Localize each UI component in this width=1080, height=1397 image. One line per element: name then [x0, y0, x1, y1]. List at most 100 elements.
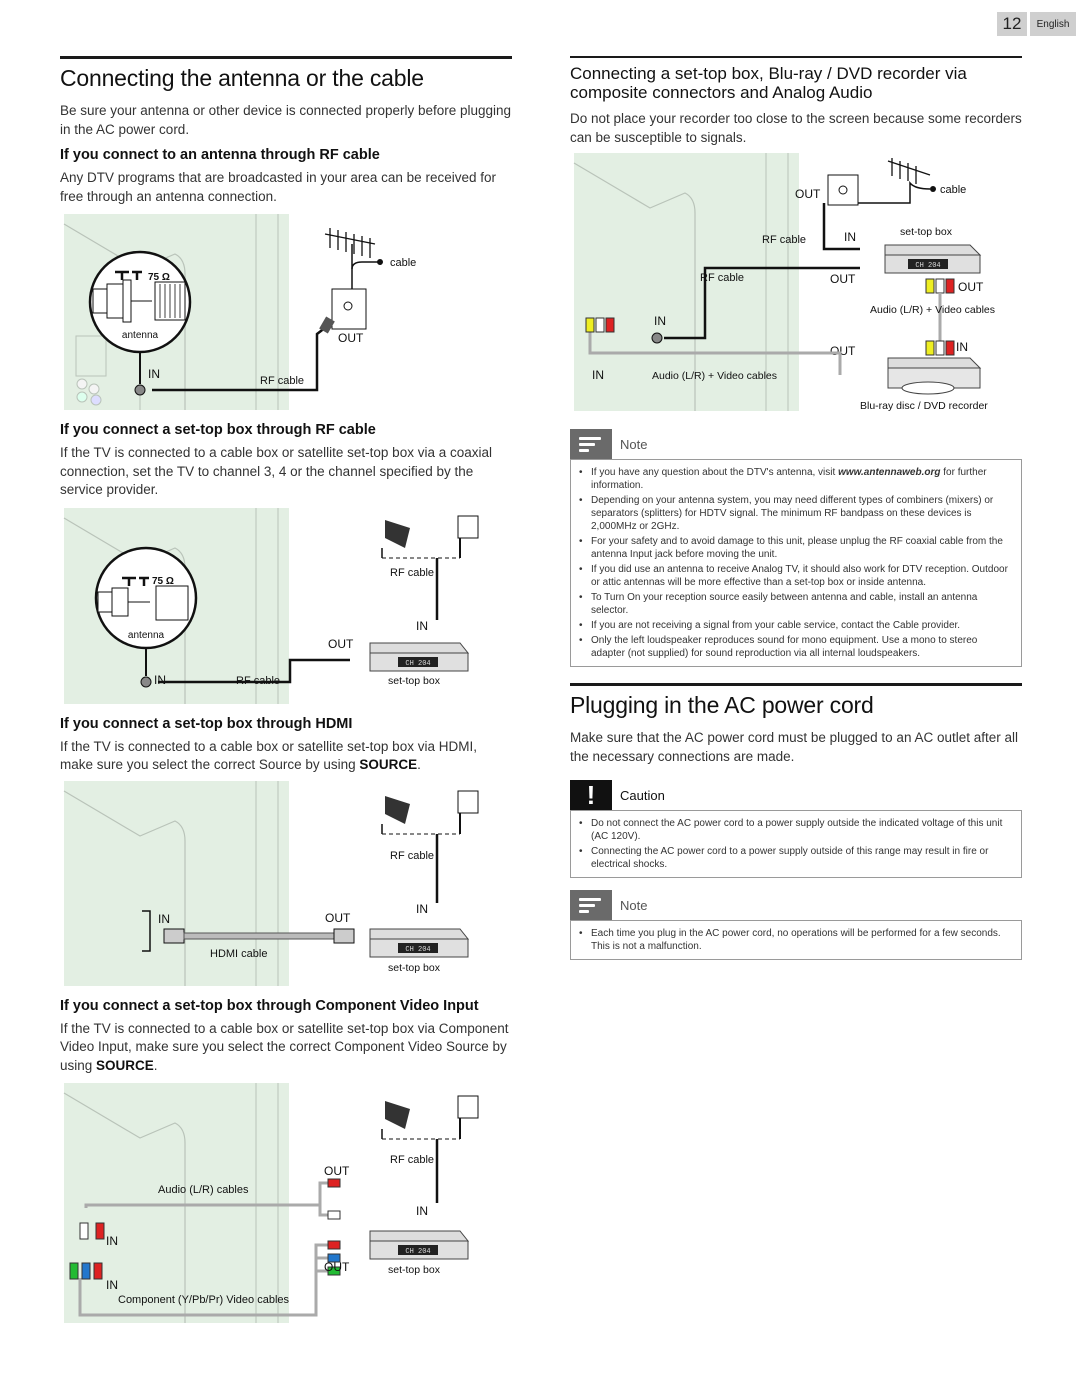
antenna-icon: cable [324, 228, 416, 289]
impedance-label: 75 Ω [148, 272, 170, 283]
note-item: For your safety and to avoid damage to t… [577, 535, 1013, 561]
rf-cable-label: RF cable [236, 675, 280, 687]
wall-outlet-icon [457, 790, 479, 834]
stb-rf-in-label: IN [844, 230, 856, 244]
hdmi-cable-label: HDMI cable [210, 948, 267, 960]
tv-rear-panel [64, 1083, 289, 1323]
audio-out-label: OUT [324, 1164, 350, 1178]
composite-section-title: Connecting a set-top box, Blu-ray / DVD … [570, 64, 967, 102]
connector-magnifier: 75 Ω antenna [88, 250, 192, 354]
caution-title: Caution [620, 787, 665, 803]
antenna-icon [858, 158, 936, 204]
component-cables-label: Component (Y/Pb/Pr) Video cables [118, 1294, 289, 1306]
stb-label: set-top box [900, 226, 953, 238]
hdmi-plug-stb [333, 928, 355, 943]
stb-in-label: IN [416, 619, 428, 633]
satellite-dish-icon [381, 1101, 410, 1139]
section-rule [570, 683, 1022, 686]
note-title: Note [620, 436, 648, 452]
antenna-intro: Be sure your antenna or other device is … [60, 103, 512, 137]
stb-out-label: OUT [328, 637, 354, 651]
av-cables-label: Audio (L/R) + Video cables [870, 304, 995, 316]
note-item: If you did use an antenna to receive Ana… [577, 563, 1013, 589]
antennaweb-link[interactable]: www.antennaweb.org [838, 467, 940, 478]
right-column: Connecting a set-top box, Blu-ray / DVD … [570, 56, 1022, 960]
wall-outlet-icon [827, 174, 859, 206]
note-item: To Turn On your reception source easily … [577, 591, 1013, 617]
caution-item: Connecting the AC power cord to a power … [577, 845, 1013, 871]
cable-source-label: cable [390, 257, 416, 269]
tv-rf-in-label: IN [654, 314, 666, 328]
recorder-out-label: OUT [830, 344, 856, 358]
stb-label: set-top box [388, 1264, 441, 1276]
antenna-section-title: Connecting the antenna or the cable [60, 65, 424, 91]
component-diagram: Audio (L/R) cables OUT IN IN OUT Compone… [60, 1083, 512, 1323]
tv-av-in-label: IN [592, 368, 604, 382]
rf-cable-top-label: RF cable [390, 1154, 434, 1166]
note-title: Note [620, 897, 648, 913]
satellite-dish-icon [381, 795, 410, 834]
recorder-in-label: IN [956, 340, 968, 354]
note-item: If you have any question about the DTV's… [577, 466, 1013, 492]
wall-outlet-icon [457, 1095, 479, 1139]
component-body: If the TV is connected to a cable box or… [60, 1020, 509, 1073]
rf-cable-top-label: RF cable [390, 850, 434, 862]
power-section-title: Plugging in the AC power cord [570, 692, 874, 718]
note-box: Note If you have any question about the … [570, 429, 1022, 667]
cable-source-label: cable [940, 184, 966, 196]
wall-out-label: OUT [795, 187, 821, 201]
hdmi-cable-line [183, 932, 335, 939]
tv-hdmi-in-label: IN [158, 912, 170, 926]
caution-icon: ! [570, 780, 612, 810]
rf-cable-top-label: RF cable [390, 567, 434, 579]
rf-antenna-heading: If you connect to an antenna through RF … [60, 147, 380, 163]
antenna-connector-label: antenna [128, 630, 165, 641]
section-rule [60, 56, 512, 59]
rf-stb-heading: If you connect a set-top box through RF … [60, 422, 376, 438]
set-top-box-icon: CH 204 [369, 928, 470, 957]
caution-item: Do not connect the AC power cord to a po… [577, 817, 1013, 843]
note-item: Only the left loudspeaker reproduces sou… [577, 634, 1013, 660]
recorder-label: Blu-ray disc / DVD recorder [860, 400, 988, 412]
tv-in-label: IN [154, 673, 166, 687]
stb-rf-out-label: OUT [830, 272, 856, 286]
stb-display: CH 204 [405, 946, 430, 954]
language-tab[interactable]: English [1030, 12, 1076, 36]
section-rule [570, 56, 1022, 58]
note-item: Depending on your antenna system, you ma… [577, 494, 1013, 533]
stb-out-label: OUT [325, 911, 351, 925]
hdmi-body: If the TV is connected to a cable box or… [60, 738, 477, 773]
rf-cable-1-label: RF cable [762, 234, 806, 246]
antenna-connector-label: antenna [122, 330, 159, 341]
rf-cable-2-label: RF cable [700, 272, 744, 284]
audio-cables-label: Audio (L/R) cables [158, 1184, 249, 1196]
wall-out-label: OUT [338, 331, 364, 345]
left-column: Connecting the antenna or the cable Be s… [60, 56, 512, 1323]
stb-display: CH 204 [405, 660, 430, 668]
set-top-box-icon: CH 204 [369, 642, 470, 671]
stb-in-label: IN [416, 1204, 428, 1218]
stb-label: set-top box [388, 962, 441, 974]
power-intro: Make sure that the AC power cord must be… [570, 730, 1019, 764]
tv-in-label: IN [148, 367, 160, 381]
composite-diagram: IN RF cable RF cable IN OUT OUT cable se… [570, 153, 1022, 415]
wall-outlet-icon [319, 288, 367, 334]
stb-display: CH 204 [405, 1248, 430, 1256]
component-heading: If you connect a set-top box through Com… [60, 997, 479, 1014]
power-note-box: Note Each time you plug in the AC power … [570, 890, 1022, 960]
composite-intro: Do not place your recorder too close to … [570, 111, 1022, 145]
recorder-icon [887, 357, 982, 395]
audio-in-label: IN [106, 1234, 118, 1248]
source-key: SOURCE [96, 1057, 154, 1073]
hdmi-heading: If you connect a set-top box through HDM… [60, 715, 353, 732]
stb-label: set-top box [388, 675, 441, 687]
page-number: 12 [997, 12, 1027, 36]
component-in-label: IN [106, 1278, 118, 1292]
caution-box: ! Caution Do not connect the AC power co… [570, 780, 1022, 878]
hdmi-plug-tv [163, 928, 185, 943]
impedance-label: 75 Ω [152, 576, 174, 587]
rf-antenna-body: Any DTV programs that are broadcasted in… [60, 170, 496, 204]
satellite-dish-icon [381, 519, 410, 558]
antenna-rf-diagram: 75 Ω antenna IN RF cable cable OUT [60, 214, 512, 410]
note-icon [570, 429, 612, 459]
